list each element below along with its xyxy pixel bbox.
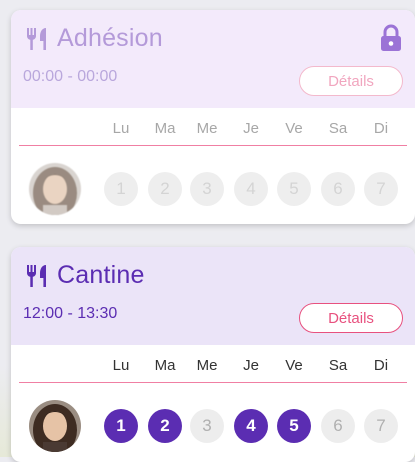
day-label-lu: Lu — [112, 357, 130, 374]
day-label-sa: Sa — [328, 357, 348, 374]
day-toggle-5[interactable]: 5 — [277, 172, 311, 206]
day-label-di: Di — [373, 357, 389, 374]
day-label-ma: Ma — [154, 120, 176, 137]
day-label-ma: Ma — [154, 357, 176, 374]
day-toggle-7[interactable]: 7 — [364, 172, 398, 206]
day-toggle-3[interactable]: 3 — [190, 409, 224, 443]
utensils-icon — [27, 27, 46, 50]
avatar — [29, 400, 81, 452]
days-divider — [19, 382, 407, 383]
day-toggle-1[interactable]: 1 — [104, 409, 138, 443]
day-toggle-5[interactable]: 5 — [277, 409, 311, 443]
card-title-row: Adhésion — [25, 24, 163, 53]
day-label-me: Me — [196, 120, 218, 137]
day-toggle-2[interactable]: 2 — [148, 172, 182, 206]
day-label-me: Me — [196, 357, 218, 374]
card-header: Adhésion 00:00 - 00:00 Détails — [11, 10, 415, 108]
card-header: Cantine 12:00 - 13:30 Détails — [11, 247, 415, 345]
day-toggle-6[interactable]: 6 — [321, 409, 355, 443]
day-label-di: Di — [373, 120, 389, 137]
day-toggle-4[interactable]: 4 — [234, 409, 268, 443]
day-toggle-7[interactable]: 7 — [364, 409, 398, 443]
days-divider — [19, 145, 407, 146]
day-label-je: Je — [243, 120, 259, 137]
card-title: Adhésion — [57, 24, 163, 52]
lock-icon — [381, 24, 401, 51]
card-title: Cantine — [57, 261, 145, 289]
details-button[interactable]: Détails — [299, 303, 403, 333]
day-label-ve: Ve — [285, 357, 303, 374]
avatar — [29, 163, 81, 215]
card-title-row: Cantine — [25, 261, 145, 290]
activity-card-cantine: Cantine 12:00 - 13:30 Détails Lu Ma Me J… — [11, 247, 415, 462]
card-time: 00:00 - 00:00 — [23, 68, 118, 85]
utensils-icon — [27, 264, 46, 287]
day-toggle-2[interactable]: 2 — [148, 409, 182, 443]
day-label-lu: Lu — [112, 120, 130, 137]
day-toggle-4[interactable]: 4 — [234, 172, 268, 206]
day-toggle-1[interactable]: 1 — [104, 172, 138, 206]
day-label-je: Je — [243, 357, 259, 374]
day-label-ve: Ve — [285, 120, 303, 137]
activity-card-adhesion: Adhésion 00:00 - 00:00 Détails Lu Ma Me … — [11, 10, 415, 224]
days-header: Lu Ma Me Je Ve Sa Di — [11, 357, 415, 379]
day-label-sa: Sa — [328, 120, 348, 137]
details-button[interactable]: Détails — [299, 66, 403, 96]
card-time: 12:00 - 13:30 — [23, 305, 118, 322]
day-toggle-6[interactable]: 6 — [321, 172, 355, 206]
day-toggle-3[interactable]: 3 — [190, 172, 224, 206]
days-header: Lu Ma Me Je Ve Sa Di — [11, 120, 415, 142]
